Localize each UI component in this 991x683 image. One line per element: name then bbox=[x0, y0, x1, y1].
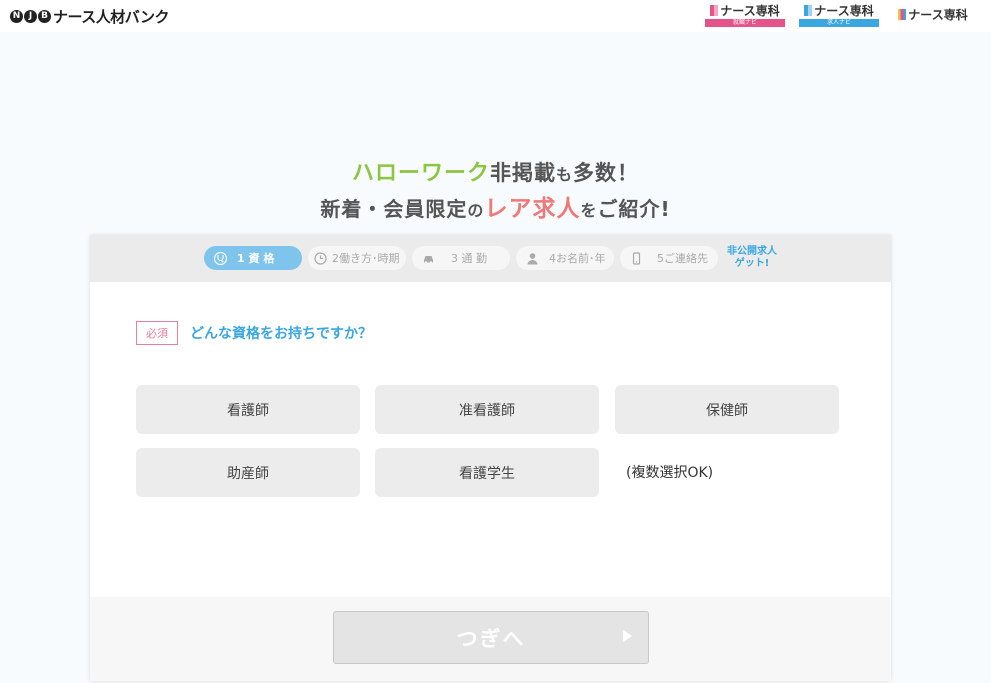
headline-members-only: 新着・会員限定 bbox=[320, 197, 468, 221]
headline-introduce: ご紹介! bbox=[597, 197, 671, 221]
partner-name: ナース専科 bbox=[720, 3, 780, 18]
option-josanshi[interactable]: 助産師 bbox=[136, 448, 360, 497]
partner-mark-icon bbox=[710, 4, 719, 16]
cta-line: 非公開求人 bbox=[727, 246, 777, 257]
step-label: 2働き方･時期 bbox=[332, 252, 400, 265]
cta-line: ゲット! bbox=[734, 258, 770, 269]
form-card: 1 資 格 2働き方･時期 3 通 勤 4お名前･年 5ご連絡先 非公開求人 ゲ… bbox=[90, 235, 891, 681]
question-text: どんな資格をお持ちですか？ bbox=[190, 326, 372, 342]
step-progress-bar: 1 資 格 2働き方･時期 3 通 勤 4お名前･年 5ご連絡先 非公開求人 ゲ… bbox=[90, 235, 891, 282]
step-4-name-age: 4お名前･年 bbox=[516, 246, 614, 270]
headline: ハローワーク非掲載も多数！ 新着・会員限定のレア求人をご紹介! bbox=[0, 155, 991, 223]
partner-mark-icon bbox=[898, 8, 907, 20]
play-arrow-icon bbox=[623, 630, 632, 642]
logo-text: ナース人材バンク bbox=[53, 7, 170, 26]
stethoscope-icon bbox=[214, 251, 227, 265]
question-header: 必須 どんな資格をお持ちですか？ bbox=[136, 321, 372, 345]
headline-particle: の bbox=[467, 201, 485, 220]
headline-non-listed: 非掲載 bbox=[490, 161, 556, 185]
logo-mark-b: B bbox=[38, 9, 51, 23]
next-button[interactable]: つぎへ bbox=[333, 611, 649, 664]
logo-mark-j: J bbox=[24, 9, 37, 23]
headline-line-2: 新着・会員限定のレア求人をご紹介! bbox=[0, 189, 991, 223]
step-5-contact: 5ご連絡先 bbox=[620, 246, 718, 270]
multi-select-note: (複数選択OK) bbox=[626, 465, 714, 481]
site-header: N J B ナース人材バンク ナース専科 就職ナビ ナース専科 求人ナビ ナース… bbox=[0, 0, 991, 32]
clock-icon bbox=[314, 251, 327, 265]
partner-name: ナース専科 bbox=[814, 3, 874, 18]
step-label: 4お名前･年 bbox=[549, 252, 606, 265]
partner-link-shushoku[interactable]: ナース専科 就職ナビ bbox=[705, 3, 785, 27]
headline-particle: も bbox=[556, 165, 574, 184]
option-hokenshi[interactable]: 保健師 bbox=[615, 385, 839, 434]
step-label: 5ご連絡先 bbox=[657, 252, 708, 265]
logo-mark: N J B bbox=[10, 9, 51, 23]
partner-link-kyujin[interactable]: ナース専科 求人ナビ bbox=[799, 3, 879, 27]
option-kangoshi[interactable]: 看護師 bbox=[136, 385, 360, 434]
option-kango-gakusei[interactable]: 看護学生 bbox=[375, 448, 599, 497]
partner-links: ナース専科 就職ナビ ナース専科 求人ナビ ナース専科 bbox=[705, 3, 973, 27]
headline-hellowork: ハローワーク bbox=[351, 161, 490, 186]
required-badge: 必須 bbox=[136, 321, 178, 345]
headline-many: 多数！ bbox=[573, 161, 640, 185]
step-2-work-style: 2働き方･時期 bbox=[308, 246, 406, 270]
person-icon bbox=[526, 252, 539, 265]
partner-mark-icon bbox=[804, 4, 813, 16]
site-logo[interactable]: N J B ナース人材バンク bbox=[10, 6, 170, 26]
headline-particle: を bbox=[580, 201, 598, 220]
partner-sub: 就職ナビ bbox=[705, 19, 785, 27]
step-label: 1 資 格 bbox=[237, 252, 275, 265]
logo-mark-n: N bbox=[10, 9, 23, 23]
partner-sub: 求人ナビ bbox=[799, 19, 879, 27]
form-footer: つぎへ bbox=[90, 597, 891, 681]
phone-icon bbox=[630, 251, 643, 265]
option-junkangoshi[interactable]: 准看護師 bbox=[375, 385, 599, 434]
step-label: 3 通 勤 bbox=[451, 252, 487, 265]
partner-link-nurse-senka[interactable]: ナース専科 bbox=[893, 3, 973, 22]
car-icon bbox=[422, 252, 435, 265]
headline-rare-jobs: レア求人 bbox=[484, 196, 581, 222]
next-button-label: つぎへ bbox=[456, 626, 526, 651]
hidden-jobs-cta: 非公開求人 ゲット! bbox=[722, 246, 782, 270]
step-1-qualification: 1 資 格 bbox=[204, 246, 302, 270]
headline-line-1: ハローワーク非掲載も多数！ bbox=[0, 155, 991, 187]
partner-name: ナース専科 bbox=[908, 7, 968, 22]
step-3-commute: 3 通 勤 bbox=[412, 246, 510, 270]
